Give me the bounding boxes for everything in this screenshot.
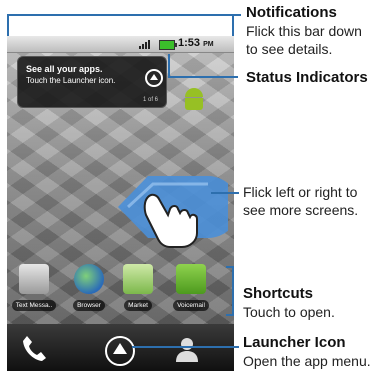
- notifications-callout-line: [233, 14, 241, 16]
- app-label: Text Messa..: [11, 300, 57, 311]
- status-bar[interactable]: 1:53 PM: [7, 36, 234, 53]
- app-browser[interactable]: Browser: [66, 264, 112, 312]
- status-callout: Status Indicators: [246, 69, 368, 87]
- notifications-line1: Flick this bar down: [246, 23, 362, 39]
- status-clock: 1:53 PM: [178, 37, 214, 49]
- phone-icon[interactable]: [21, 334, 47, 362]
- app-label: Market: [124, 300, 152, 311]
- notification-bracket-right: [232, 14, 234, 36]
- shopping-bag-icon: [123, 264, 153, 294]
- shortcuts-callout: Shortcuts Touch to open.: [243, 285, 335, 321]
- popup-page-indicator: 1 of 6: [142, 97, 158, 103]
- shortcuts-bracket-top: [226, 266, 234, 268]
- launcher-callout: Launcher Icon Open the app menu.: [243, 334, 371, 370]
- notifications-title: Notifications: [246, 4, 337, 21]
- android-robot-icon[interactable]: [183, 88, 205, 112]
- popup-subtitle: Touch the Launcher icon.: [26, 76, 116, 85]
- shortcuts-title: Shortcuts: [243, 285, 314, 302]
- status-title: Status Indicators: [246, 69, 368, 86]
- launcher-icon[interactable]: [105, 336, 135, 366]
- app-market[interactable]: Market: [115, 264, 161, 312]
- phone-screen: 1:53 PM See all your apps. Touch the Lau…: [7, 36, 234, 371]
- popup-title: See all your apps.: [26, 64, 103, 74]
- voicemail-icon: [176, 264, 206, 294]
- flick-callout: Flick left or right to see more screens.: [243, 183, 358, 219]
- battery-icon: [159, 40, 177, 50]
- launcher-title: Launcher Icon: [243, 334, 346, 351]
- contacts-icon[interactable]: [174, 336, 200, 362]
- notification-bracket-top: [7, 14, 233, 16]
- globe-icon: [74, 264, 104, 294]
- flick-line2: see more screens.: [243, 202, 359, 218]
- envelope-icon: [19, 264, 49, 294]
- launcher-callout-line: [132, 346, 239, 348]
- launcher-small-icon: [145, 69, 163, 87]
- notifications-line2: to see details.: [246, 41, 333, 57]
- notification-bracket-left: [7, 14, 9, 36]
- shortcuts-bracket-bottom: [226, 314, 234, 316]
- flick-line1: Flick left or right to: [243, 184, 358, 200]
- app-label: Browser: [73, 300, 105, 311]
- shortcuts-bracket: [232, 266, 234, 316]
- notifications-callout: Notifications Flick this bar down to see…: [246, 4, 362, 58]
- status-callout-line: [168, 76, 238, 78]
- shortcuts-line1: Touch to open.: [243, 304, 335, 320]
- launcher-line1: Open the app menu.: [243, 353, 371, 369]
- app-voicemail[interactable]: Voicemail: [161, 264, 221, 312]
- app-text-messaging[interactable]: Text Messa..: [11, 264, 57, 312]
- flick-callout-line: [211, 192, 239, 194]
- app-label: Voicemail: [173, 300, 209, 311]
- status-callout-vertical: [168, 54, 170, 78]
- signal-icon: [139, 39, 153, 49]
- hand-gesture-icon: [143, 193, 198, 248]
- launcher-tip-popup[interactable]: See all your apps. Touch the Launcher ic…: [17, 56, 167, 108]
